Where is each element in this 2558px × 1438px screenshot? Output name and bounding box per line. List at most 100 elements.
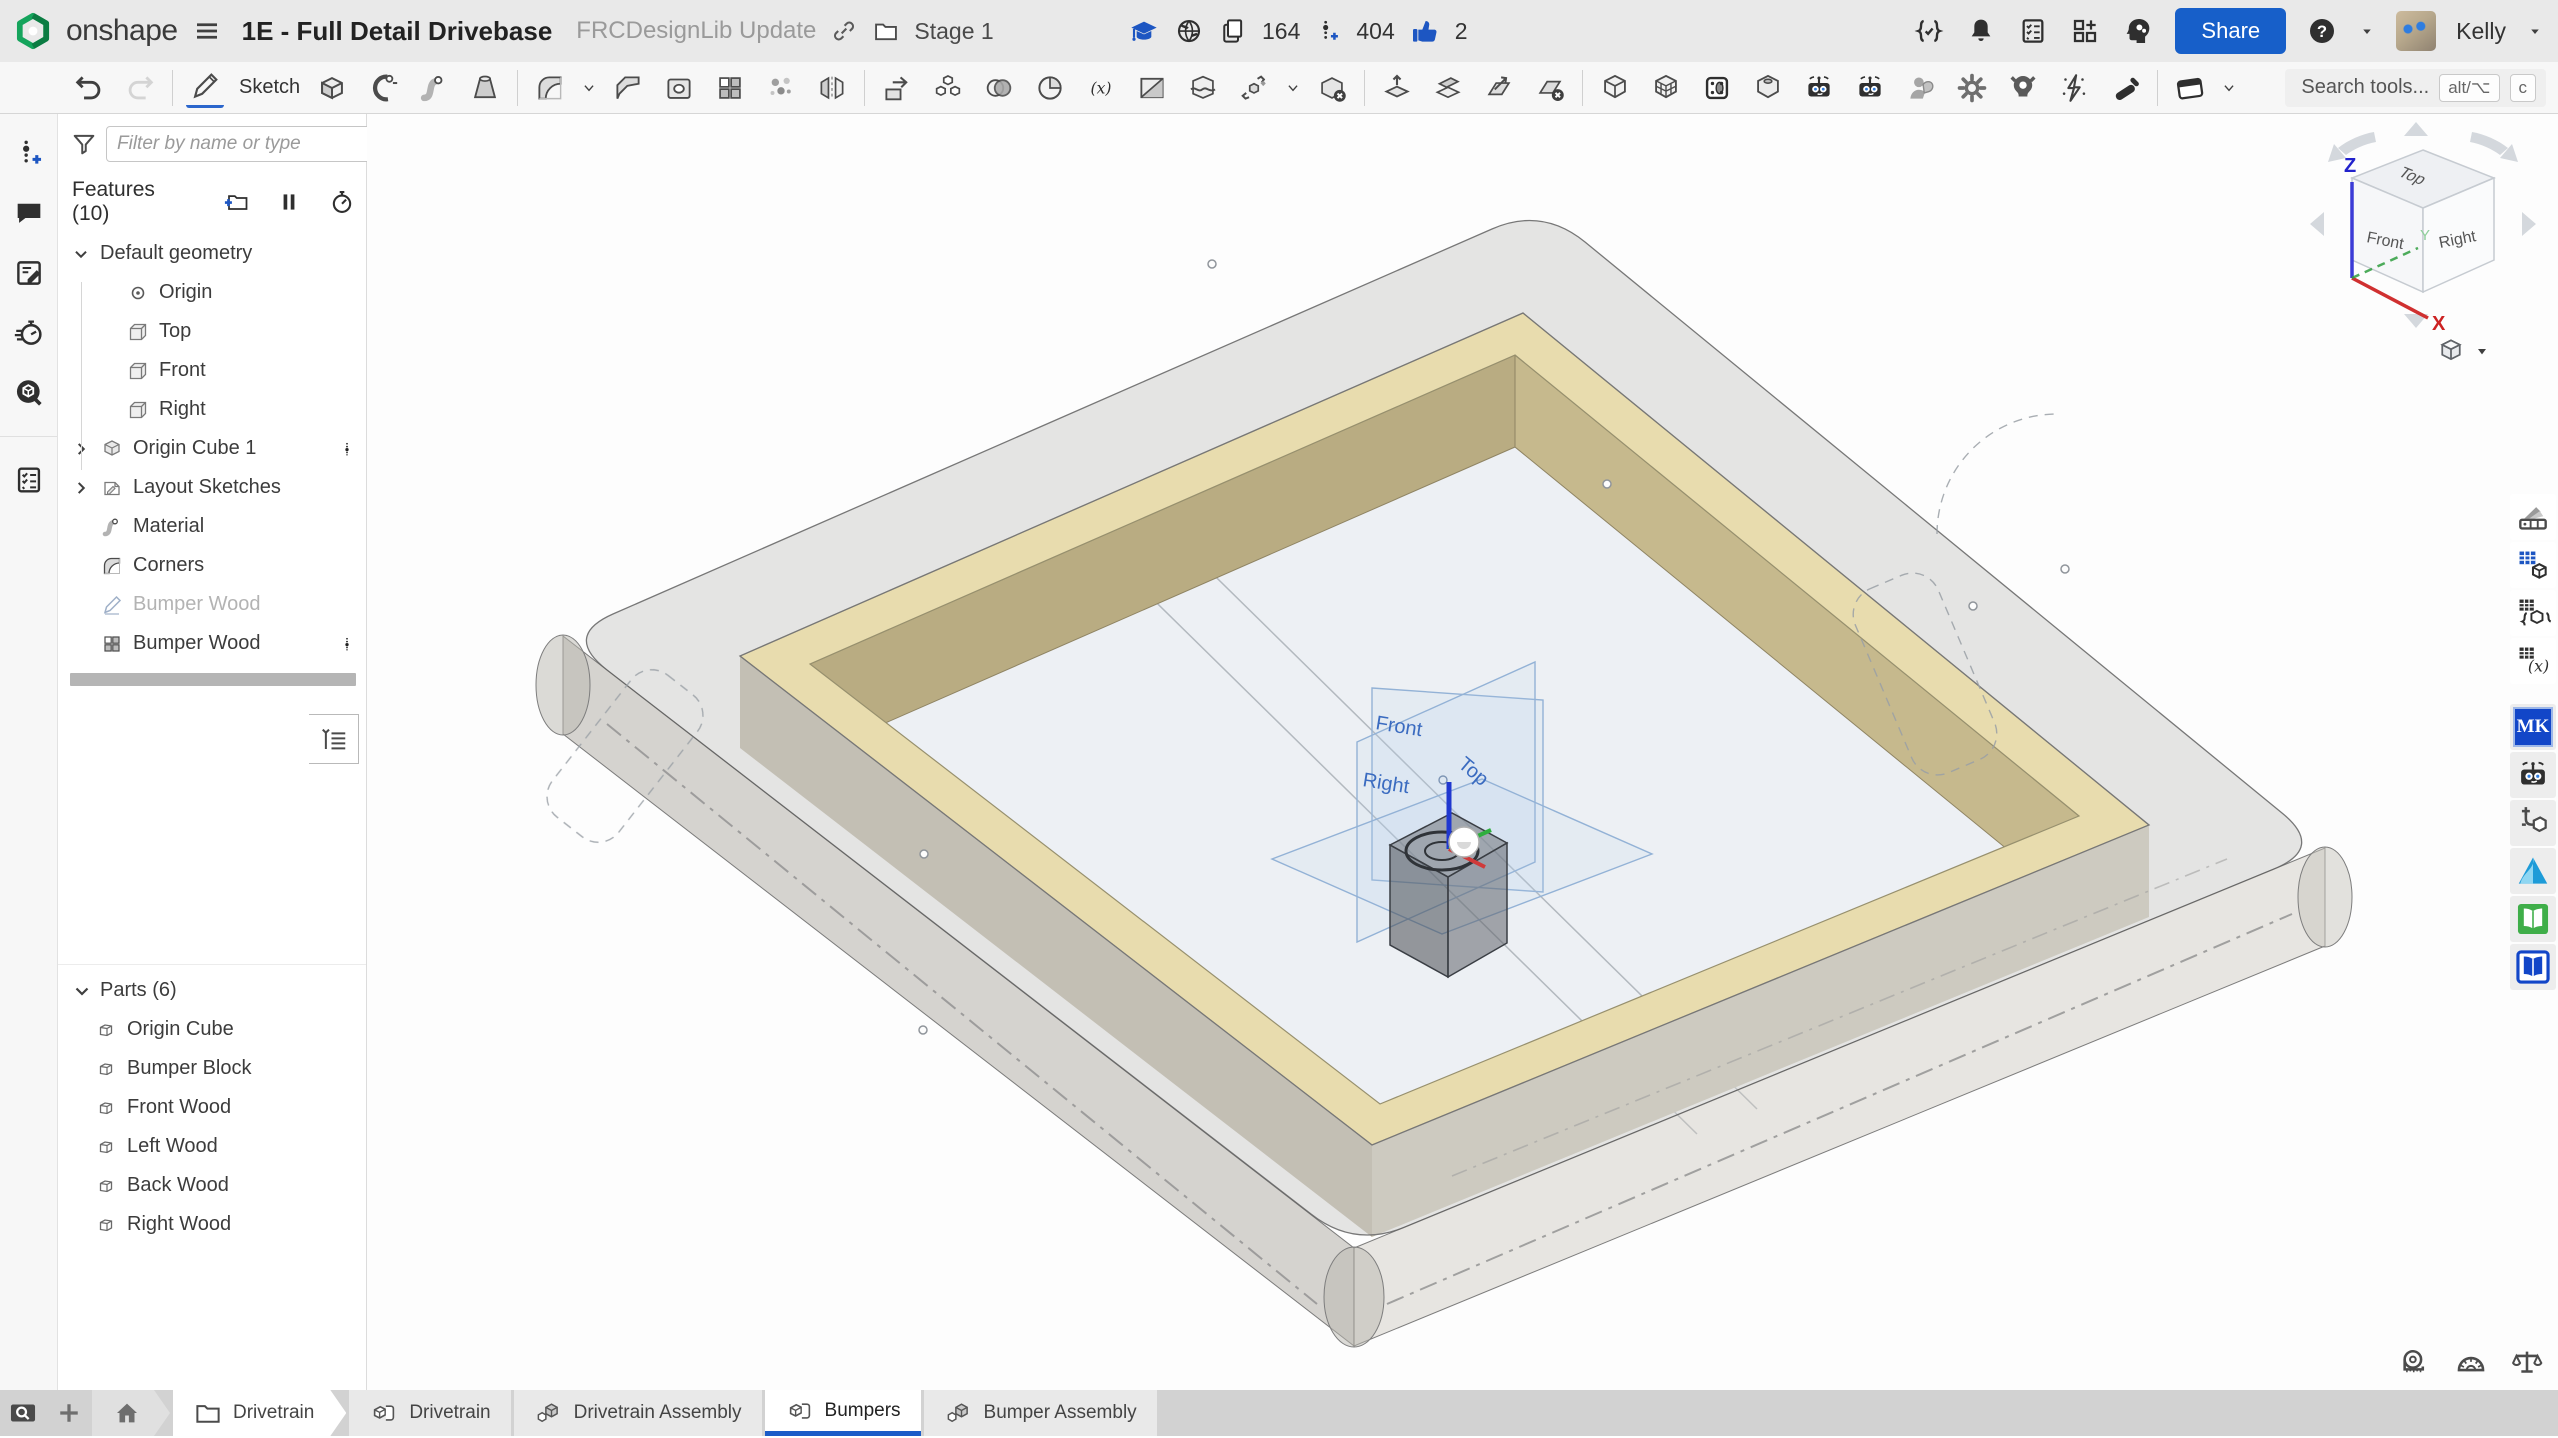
part-bumper-block[interactable]: Bumper Block — [58, 1049, 366, 1088]
feature-corners[interactable]: Corners — [58, 546, 366, 585]
learning-center-icon[interactable] — [2121, 14, 2155, 48]
add-folder-icon[interactable] — [222, 188, 250, 216]
delete-part-tool[interactable] — [1313, 68, 1351, 108]
insert-version-button[interactable] — [12, 136, 46, 170]
collapse-panel-button[interactable] — [309, 714, 359, 764]
comments-button[interactable] — [12, 196, 46, 230]
help-caret-icon[interactable] — [2358, 22, 2376, 40]
extrude-tool[interactable] — [313, 68, 351, 108]
redo-button[interactable] — [121, 68, 159, 108]
model-search-button[interactable] — [12, 376, 46, 410]
graphics-viewport[interactable]: Front Right Top — [367, 114, 2558, 1390]
pattern-tool[interactable] — [929, 68, 967, 108]
sphere-pattern-tool[interactable] — [762, 68, 800, 108]
feature-bumper-wood[interactable]: Bumper Wood — [58, 624, 366, 663]
feature-bumper-wood[interactable]: Bumper Wood — [58, 585, 366, 624]
mk-app-button[interactable]: MK — [2510, 704, 2556, 750]
part-right-wood[interactable]: Right Wood — [58, 1205, 366, 1244]
thicken-tool[interactable] — [1378, 68, 1416, 108]
chevron-right-icon[interactable] — [70, 438, 94, 460]
derive-app-button[interactable] — [2510, 800, 2556, 846]
circular-pattern-tool[interactable] — [1031, 68, 1069, 108]
sweep-tool[interactable] — [415, 68, 453, 108]
suspend-rollback-icon[interactable] — [276, 189, 302, 215]
robot-feature-2[interactable] — [1851, 68, 1889, 108]
notes-button[interactable] — [12, 256, 46, 290]
filter-icon[interactable] — [70, 130, 98, 158]
linear-pattern-tool[interactable] — [711, 68, 749, 108]
enclose-tool[interactable] — [1429, 68, 1467, 108]
parts-group-row[interactable]: Parts (6) — [58, 971, 366, 1010]
custom-person-feature[interactable] — [1902, 68, 1940, 108]
split-tool[interactable] — [1133, 68, 1171, 108]
mirror-tool[interactable] — [813, 68, 851, 108]
delete-face-tool[interactable] — [1531, 68, 1569, 108]
notifications-icon[interactable] — [1965, 15, 1997, 47]
configuration-table-button[interactable] — [2510, 590, 2556, 636]
name-tag-tool-caret[interactable] — [2222, 68, 2236, 108]
feature-right[interactable]: Right — [58, 390, 366, 429]
fillet-tool-caret[interactable] — [582, 68, 596, 108]
filter-input[interactable] — [106, 126, 373, 162]
part-front-wood[interactable]: Front Wood — [58, 1088, 366, 1127]
help-icon[interactable]: ? — [2306, 15, 2338, 47]
part-origin-cube[interactable]: Origin Cube — [58, 1010, 366, 1049]
mass-properties-icon[interactable] — [2510, 1346, 2544, 1380]
fillet-tool[interactable] — [531, 68, 569, 108]
part-left-wood[interactable]: Left Wood — [58, 1127, 366, 1166]
feature-layout-sketches[interactable]: Layout Sketches — [58, 468, 366, 507]
onshape-logo[interactable] — [14, 12, 52, 50]
cut-list-button[interactable] — [12, 463, 46, 497]
move-face-tool[interactable] — [1480, 68, 1518, 108]
draft-tool[interactable] — [878, 68, 916, 108]
view-options-button[interactable] — [2436, 336, 2490, 366]
rollback-bar[interactable] — [70, 673, 356, 686]
app-store-icon[interactable] — [2069, 15, 2101, 47]
inserts-icon[interactable] — [1314, 17, 1342, 45]
tab-bumper-assembly[interactable]: Bumper Assembly — [924, 1390, 1157, 1436]
feature-timer-icon[interactable] — [328, 188, 356, 216]
search-tabs-button[interactable] — [0, 1390, 46, 1436]
triangle-app-button[interactable] — [2510, 848, 2556, 894]
tube-tool[interactable] — [1698, 68, 1736, 108]
chevron-down-icon[interactable] — [70, 243, 94, 265]
protractor-icon[interactable] — [2454, 1346, 2488, 1380]
feature-material[interactable]: Material — [58, 507, 366, 546]
blue-book-app-button[interactable] — [2510, 944, 2556, 990]
chevron-right-icon[interactable] — [70, 477, 94, 499]
tab-drivetrain-folder[interactable]: Drivetrain — [173, 1390, 346, 1436]
likes-icon[interactable] — [1409, 15, 1441, 47]
surface-split-tool[interactable] — [1184, 68, 1222, 108]
tasks-icon[interactable] — [2017, 15, 2049, 47]
sketch-tool[interactable] — [186, 68, 224, 108]
feature-front[interactable]: Front — [58, 351, 366, 390]
link-icon[interactable] — [830, 17, 858, 45]
name-tag-tool[interactable] — [2171, 68, 2209, 108]
marker-tool[interactable] — [2106, 68, 2144, 108]
shell-tool[interactable] — [660, 68, 698, 108]
create-tab-button[interactable] — [46, 1390, 92, 1436]
variables-table-button[interactable]: (x) — [2510, 638, 2556, 684]
revolve-tool[interactable] — [364, 68, 402, 108]
transform-tool[interactable] — [1235, 68, 1273, 108]
home-tab[interactable] — [92, 1390, 170, 1436]
feature-default-geometry[interactable]: Default geometry — [58, 234, 366, 273]
performance-button[interactable] — [12, 316, 46, 350]
chevron-down-icon[interactable] — [70, 979, 94, 1003]
variables-tool[interactable]: (x) — [1082, 68, 1120, 108]
boolean-tool[interactable] — [980, 68, 1018, 108]
drag-handle-icon[interactable] — [340, 631, 354, 663]
undo-button[interactable] — [70, 68, 108, 108]
appearance-panel-button[interactable] — [2510, 494, 2556, 540]
sketch-tool-label[interactable]: Sketch — [239, 76, 300, 99]
user-caret-icon[interactable] — [2526, 22, 2544, 40]
user-name[interactable]: Kelly — [2456, 18, 2506, 45]
tape-measure-icon[interactable] — [2398, 1346, 2432, 1380]
tab-drivetrain[interactable]: Drivetrain — [349, 1390, 510, 1436]
part-back-wood[interactable]: Back Wood — [58, 1166, 366, 1205]
main-menu-icon[interactable] — [192, 16, 222, 46]
green-book-app-button[interactable] — [2510, 896, 2556, 942]
robot-feature-1[interactable] — [1800, 68, 1838, 108]
workspace-label[interactable]: Stage 1 — [914, 18, 993, 45]
tab-drivetrain-assembly[interactable]: Drivetrain Assembly — [514, 1390, 762, 1436]
